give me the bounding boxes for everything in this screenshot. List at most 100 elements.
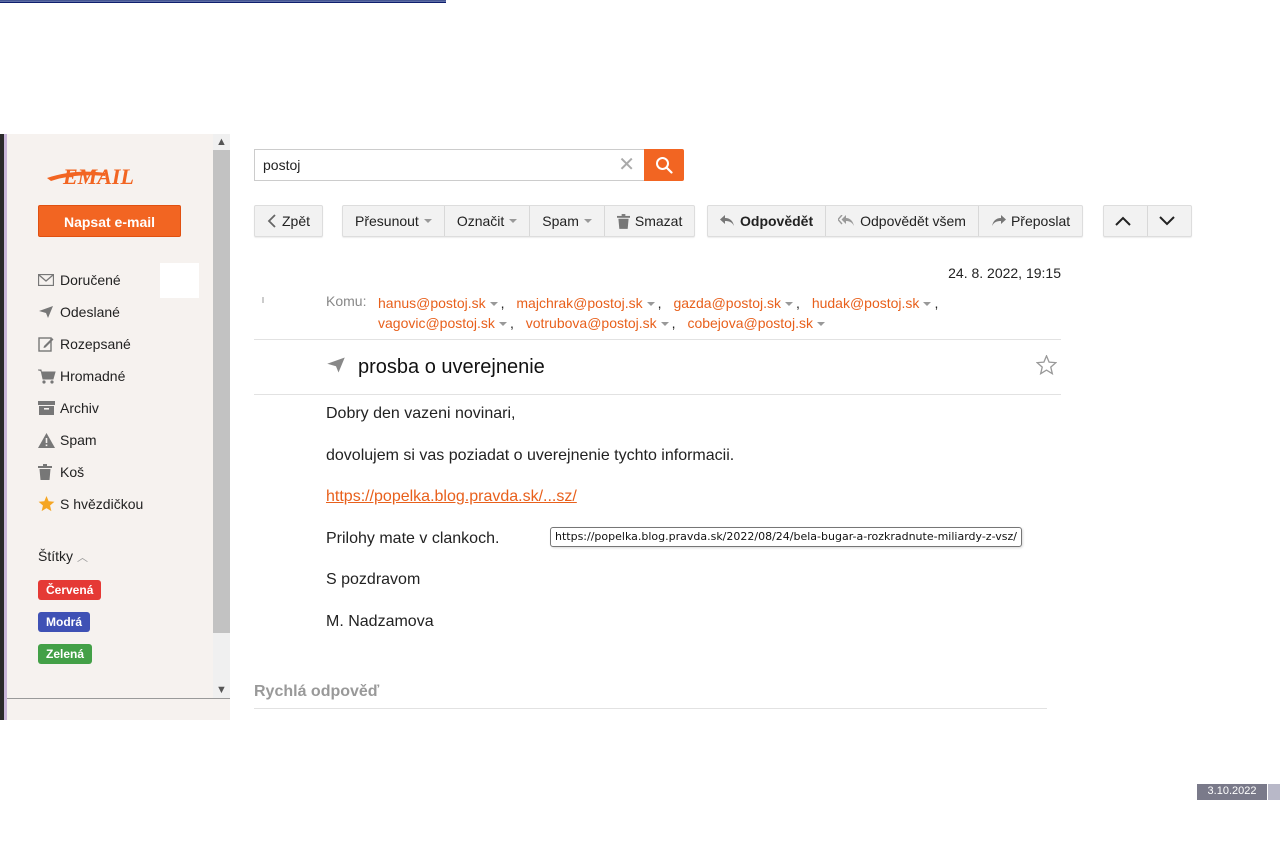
folder-archive[interactable]: Archiv [38, 392, 208, 424]
back-button[interactable]: Zpět [255, 206, 322, 236]
star-toggle-icon[interactable] [1035, 354, 1058, 380]
taskbar-clock[interactable]: 3.10.2022 [1197, 784, 1267, 800]
separator: , [500, 295, 505, 311]
body-link-line: https://popelka.blog.pravda.sk/...sz/ [326, 488, 577, 506]
mark-button[interactable]: Označit [445, 206, 531, 236]
mark-label: Označit [456, 213, 505, 229]
move-button[interactable]: Přesunout [343, 206, 445, 236]
chevron-down-icon [1159, 216, 1175, 226]
caret-down-icon [509, 219, 518, 223]
trash-icon [616, 213, 630, 229]
folder-label: Odeslané [60, 304, 120, 320]
next-message-button[interactable] [1148, 206, 1191, 236]
unread-count-badge [160, 263, 199, 298]
folder-sent[interactable]: Odeslané [38, 296, 208, 328]
recipient[interactable]: cobejova@postoj.sk [687, 315, 825, 331]
nav-group [1103, 205, 1192, 237]
recipient[interactable]: gazda@postoj.sk [673, 295, 794, 311]
sender-avatar-placeholder [262, 297, 264, 303]
chevron-up-icon [1115, 216, 1131, 226]
folder-starred[interactable]: S hvězdičkou [38, 488, 208, 520]
caret-down-icon [816, 322, 825, 327]
separator: , [796, 295, 800, 311]
recipient[interactable]: votrubova@postoj.sk [526, 315, 669, 331]
quick-reply-divider [254, 708, 1047, 709]
cart-icon [38, 369, 60, 384]
scroll-down-arrow-icon[interactable]: ▼ [213, 682, 230, 698]
recipient-email: gazda@postoj.sk [673, 295, 782, 311]
to-label: Komu: [326, 293, 367, 309]
folder-label: Koš [60, 464, 85, 480]
separator: , [934, 295, 939, 311]
subject-divider [254, 394, 1061, 395]
compose-button[interactable]: Napsat e-mail [38, 205, 181, 237]
recipient[interactable]: hanus@postoj.sk [378, 295, 498, 311]
reply-all-button[interactable]: Odpovědět všem [826, 206, 979, 236]
move-label: Přesunout [355, 213, 419, 229]
folder-drafts[interactable]: Rozepsané [38, 328, 208, 360]
body-paragraph: dovolujem si vas poziadat o uverejnenie … [326, 447, 735, 464]
chevron-up-icon: ︿ [77, 552, 89, 564]
forward-icon [991, 215, 1006, 226]
recipient[interactable]: hudak@postoj.sk [812, 295, 932, 311]
sent-message-icon [326, 356, 346, 379]
inbox-icon [38, 274, 60, 286]
search-icon [656, 157, 673, 174]
link-tooltip: https://popelka.blog.pravda.sk/2022/08/2… [550, 527, 1022, 547]
send-icon [38, 305, 60, 319]
body-regards: S pozdravom [326, 571, 421, 588]
article-link[interactable]: https://popelka.blog.pravda.sk/...sz/ [326, 488, 577, 505]
scroll-up-arrow-icon[interactable]: ▲ [213, 134, 230, 150]
folder-label: Hromadné [60, 368, 126, 384]
folder-inbox[interactable]: Doručené [38, 263, 208, 298]
spam-button[interactable]: Spam [530, 206, 605, 236]
sidebar: EMAIL Napsat e-mail Doručené Odeslané Ro… [7, 134, 213, 720]
body-greeting: Dobry den vazeni novinari, [326, 405, 516, 422]
forward-button[interactable]: Přeposlat [979, 206, 1082, 236]
tag-red[interactable]: Červená [38, 580, 102, 600]
spam-label: Spam [542, 213, 579, 229]
message-date: 24. 8. 2022, 19:15 [948, 265, 1061, 281]
email-logo[interactable]: EMAIL [45, 160, 175, 194]
reply-group: Odpovědět Odpovědět všem Přeposlat [707, 205, 1084, 237]
delete-button[interactable]: Smazat [605, 206, 694, 236]
back-label: Zpět [282, 213, 311, 229]
reply-button[interactable]: Odpovědět [708, 206, 827, 236]
recipient[interactable]: vagovic@postoj.sk [378, 315, 507, 331]
action-group: Přesunout Označit Spam Smazat [342, 205, 696, 237]
chevron-left-icon [267, 214, 276, 228]
delete-label: Smazat [634, 213, 683, 229]
clear-search-icon[interactable]: ✕ [618, 155, 635, 175]
recipient[interactable]: majchrak@postoj.sk [516, 295, 655, 311]
caret-down-icon [423, 219, 432, 223]
reply-all-icon [838, 215, 855, 226]
recipient-email: cobejova@postoj.sk [687, 315, 813, 331]
separator: , [657, 295, 662, 311]
scrollbar-thumb[interactable] [213, 150, 230, 633]
tag-blue[interactable]: Modrá [38, 612, 90, 632]
labels-header[interactable]: Štítky ︿ [38, 548, 88, 565]
star-icon [38, 496, 60, 512]
folder-label: Archiv [60, 400, 99, 416]
folder-trash[interactable]: Koš [38, 456, 208, 488]
folder-label: S hvězdičkou [60, 496, 144, 512]
caret-down-icon [646, 302, 655, 307]
folder-spam[interactable]: Spam [38, 424, 208, 456]
folder-bulk[interactable]: Hromadné [38, 360, 208, 392]
caret-down-icon [923, 302, 932, 307]
caret-down-icon [583, 219, 592, 223]
quick-reply-title[interactable]: Rychlá odpověď [254, 683, 379, 701]
tag-green[interactable]: Zelená [38, 644, 93, 664]
back-group: Zpět [254, 205, 324, 237]
logo-text: EMAIL [62, 164, 134, 189]
folder-list: Doručené Odeslané Rozepsané Hromadné Arc… [38, 263, 208, 520]
search-box: ✕ [254, 149, 645, 181]
recipient-email: majchrak@postoj.sk [516, 295, 643, 311]
search-input[interactable] [263, 150, 613, 180]
sidebar-scrollbar[interactable]: ▲ ▼ [213, 134, 230, 698]
search-button[interactable] [644, 149, 684, 181]
show-desktop-button[interactable] [1267, 784, 1280, 800]
folder-label: Rozepsané [60, 336, 131, 352]
previous-message-button[interactable] [1104, 206, 1148, 236]
folder-label: Spam [60, 432, 97, 448]
